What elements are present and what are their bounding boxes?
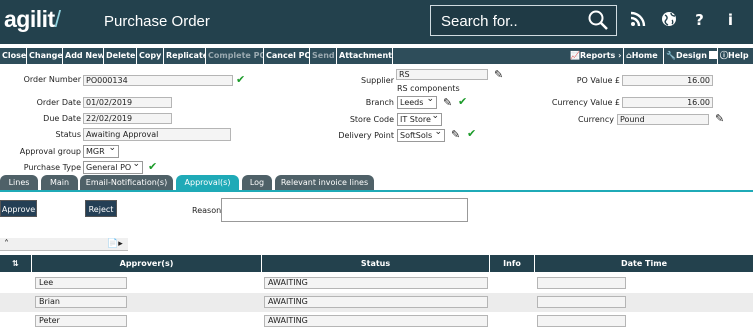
- page-title: Purchase Order: [104, 13, 210, 30]
- approve-button[interactable]: Approve: [0, 200, 37, 217]
- due-date-field[interactable]: 22/02/2019: [83, 113, 172, 124]
- send-button[interactable]: Send: [310, 48, 337, 64]
- edit-icon[interactable]: ✎: [443, 97, 452, 108]
- copy-button[interactable]: Copy: [137, 48, 164, 64]
- chart-icon: 📈: [570, 51, 580, 60]
- tab-underline: [0, 190, 753, 192]
- supplier-label: Supplier: [361, 76, 394, 85]
- cancel-po-button[interactable]: Cancel PO: [264, 48, 310, 64]
- edit-icon[interactable]: ✎: [715, 113, 724, 124]
- rss-icon[interactable]: [629, 11, 646, 31]
- currency-field[interactable]: Pound: [617, 114, 709, 125]
- sort-column-header[interactable]: ⇅: [0, 255, 32, 272]
- status-cell: AWAITING: [264, 315, 488, 327]
- reason-label: Reason: [192, 206, 222, 215]
- replicate-button[interactable]: Replicate: [164, 48, 206, 64]
- purchase-type-label: Purchase Type: [23, 163, 81, 172]
- search-box[interactable]: [430, 5, 617, 36]
- tab-main[interactable]: Main: [41, 175, 78, 191]
- help-circle-icon: ⓘ: [720, 51, 728, 60]
- globe-icon[interactable]: [660, 11, 677, 31]
- approval-group-select[interactable]: MGR: [83, 143, 119, 158]
- edit-icon[interactable]: ✎: [451, 129, 460, 140]
- order-number-field[interactable]: PO000134: [83, 75, 233, 86]
- delivery-point-select[interactable]: SoftSols: [397, 127, 445, 142]
- attachments-button[interactable]: Attachments: [337, 48, 393, 64]
- export-icon[interactable]: 📄▸: [107, 238, 123, 250]
- approval-group-label: Approval group: [19, 147, 81, 156]
- change-button[interactable]: Change: [27, 48, 63, 64]
- search-icon[interactable]: [588, 10, 608, 32]
- table-row[interactable]: Lee AWAITING: [0, 274, 753, 293]
- status-cell: AWAITING: [264, 296, 488, 308]
- design-checkbox[interactable]: [708, 51, 717, 59]
- action-toolbar: Close Change Add New Delete Copy Replica…: [0, 48, 753, 64]
- check-icon: ✔: [458, 95, 468, 108]
- table-row[interactable]: Peter AWAITING: [0, 312, 753, 331]
- wrench-icon: 🔧: [666, 51, 676, 60]
- order-date-field[interactable]: 01/02/2019: [83, 97, 172, 108]
- app-logo[interactable]: agilit/: [4, 6, 61, 33]
- design-toggle[interactable]: 🔧Design: [664, 48, 718, 64]
- store-code-select[interactable]: IT Store: [397, 111, 442, 126]
- currency-value-field: 16.00: [622, 97, 713, 108]
- delete-button[interactable]: Delete: [104, 48, 137, 64]
- currency-label: Currency: [577, 115, 614, 124]
- status-cell: AWAITING: [264, 277, 488, 289]
- status-field: Awaiting Approval: [83, 128, 231, 141]
- tab-lines[interactable]: Lines: [0, 175, 38, 191]
- chevron-right-icon: ›: [618, 51, 622, 60]
- check-icon: ✔: [148, 160, 158, 173]
- supplier-field[interactable]: RS: [396, 69, 488, 80]
- datetime-cell: [537, 277, 626, 289]
- edit-icon[interactable]: ✎: [494, 69, 503, 80]
- help-button[interactable]: ⓘHelp: [718, 48, 753, 64]
- tab-approvals[interactable]: Approval(s): [176, 175, 239, 191]
- collapse-up-icon[interactable]: ˄: [4, 238, 9, 251]
- info-column-header[interactable]: Info: [490, 255, 535, 272]
- complete-po-button[interactable]: Complete PO: [206, 48, 264, 64]
- branch-label: Branch: [365, 98, 394, 107]
- currency-value-label: Currency Value £: [551, 98, 620, 107]
- tab-log[interactable]: Log: [242, 175, 272, 191]
- top-header: agilit/ Purchase Order ? i: [0, 0, 753, 44]
- info-icon[interactable]: i: [722, 11, 739, 31]
- approver-cell: Lee: [35, 277, 127, 289]
- status-column-header[interactable]: Status: [262, 255, 490, 272]
- datetime-cell: [537, 296, 626, 308]
- po-value-label: PO Value £: [576, 76, 620, 85]
- purchase-type-select[interactable]: General PO: [83, 159, 143, 174]
- check-icon: ✔: [236, 73, 246, 86]
- branch-select[interactable]: Leeds: [397, 94, 437, 109]
- tab-bar: Lines Main Email-Notification(s) Approva…: [0, 174, 753, 191]
- delivery-point-label: Delivery Point: [338, 131, 394, 140]
- home-button[interactable]: ⌂Home: [624, 48, 664, 64]
- table-row[interactable]: Brian AWAITING: [0, 293, 753, 312]
- po-value-field: 16.00: [622, 75, 713, 86]
- approver-cell: Peter: [35, 315, 127, 327]
- reports-menu[interactable]: 📈Reports ›: [568, 48, 624, 64]
- order-date-label: Order Date: [36, 98, 81, 107]
- reason-input[interactable]: [221, 198, 468, 222]
- close-button[interactable]: Close: [0, 48, 27, 64]
- add-new-button[interactable]: Add New: [63, 48, 104, 64]
- supplier-name: RS components: [397, 84, 460, 93]
- help-icon[interactable]: ?: [691, 11, 708, 31]
- approvers-column-header[interactable]: Approver(s): [32, 255, 262, 272]
- search-input[interactable]: [441, 12, 581, 30]
- reject-button[interactable]: Reject: [85, 200, 117, 217]
- datetime-cell: [537, 315, 626, 327]
- check-icon: ✔: [467, 127, 477, 140]
- store-code-label: Store Code: [349, 115, 394, 124]
- due-date-label: Due Date: [43, 114, 81, 123]
- status-label: Status: [55, 130, 82, 139]
- tab-relevant-invoice-lines[interactable]: Relevant invoice lines: [275, 175, 374, 191]
- tab-email-notifications[interactable]: Email-Notification(s): [80, 175, 173, 191]
- datetime-column-header[interactable]: Date Time: [535, 255, 753, 272]
- order-number-label: Order Number: [23, 75, 81, 84]
- approver-cell: Brian: [35, 296, 127, 308]
